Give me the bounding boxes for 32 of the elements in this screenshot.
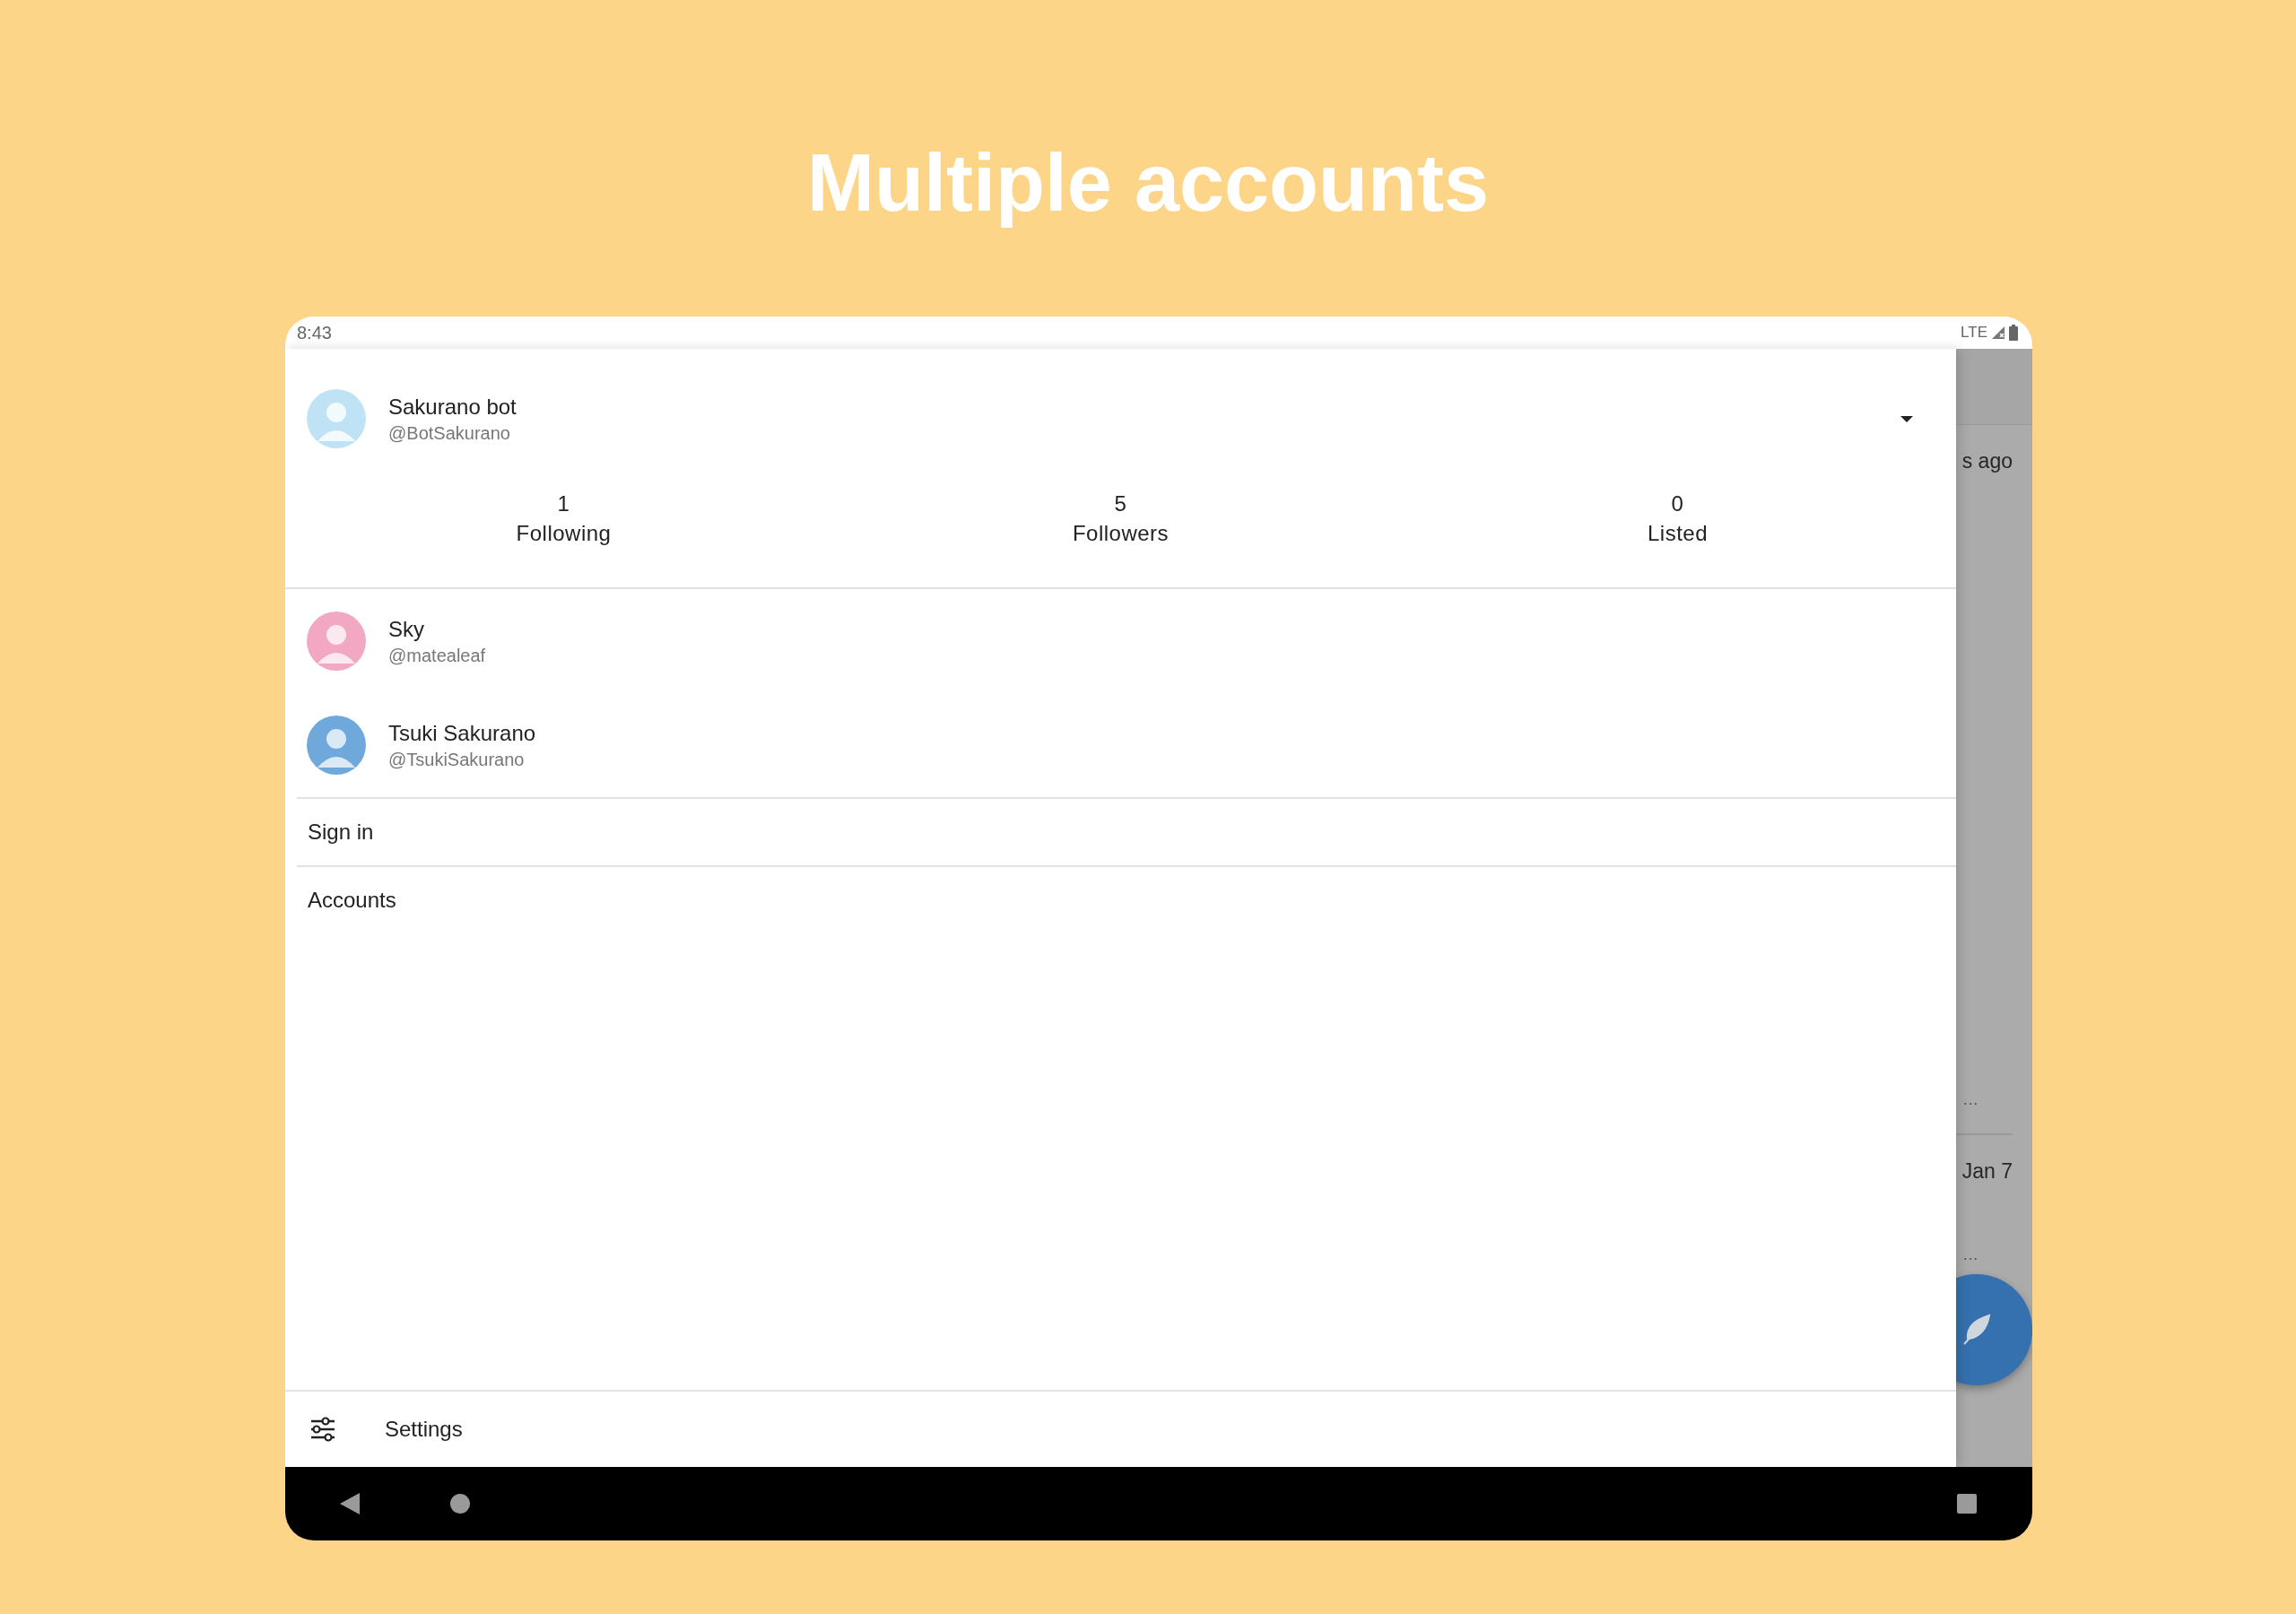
menu-item[interactable]: Accounts <box>285 867 1956 933</box>
settings-icon <box>310 1417 335 1442</box>
avatar-icon <box>307 389 366 448</box>
stat-item[interactable]: 0 Listed <box>1399 489 1956 548</box>
signal-icon <box>1991 325 2005 340</box>
settings-item[interactable]: Settings <box>285 1392 1956 1467</box>
account-item[interactable]: Sky @matealeaf <box>285 589 1956 693</box>
battery-icon <box>2009 325 2018 341</box>
account-handle: @matealeaf <box>388 645 487 666</box>
page-title: Multiple accounts <box>806 137 1490 230</box>
timeline-text: Jan 7 <box>1961 1158 2013 1184</box>
network-label: LTE <box>1961 324 1987 342</box>
account-name: Sky <box>388 616 425 642</box>
avatar-icon <box>307 612 366 671</box>
account-name: Sakurano bot <box>388 394 517 420</box>
timeline-text: … <box>1961 1245 1979 1265</box>
status-time: 8:43 <box>297 322 333 343</box>
current-account[interactable]: Sakurano bot @BotSakurano <box>285 385 1956 453</box>
timeline-text: s ago <box>1961 448 2013 474</box>
account-handle: @TsukiSakurano <box>388 749 526 770</box>
home-icon[interactable] <box>450 1494 470 1514</box>
stat-item[interactable]: 5 Followers <box>842 489 1399 548</box>
account-handle: @BotSakurano <box>388 422 511 444</box>
avatar-icon <box>307 716 366 775</box>
menu-item[interactable]: Sign in <box>285 799 1956 865</box>
dropdown-caret-icon[interactable] <box>1900 415 1913 422</box>
timeline-text: … <box>1961 1089 1979 1110</box>
account-item[interactable]: Tsuki Sakurano @TsukiSakurano <box>285 693 1956 797</box>
settings-label: Settings <box>385 1417 463 1442</box>
account-name: Tsuki Sakurano <box>388 720 537 746</box>
back-icon[interactable] <box>340 1493 360 1514</box>
stat-item[interactable]: 1 Following <box>285 489 842 548</box>
